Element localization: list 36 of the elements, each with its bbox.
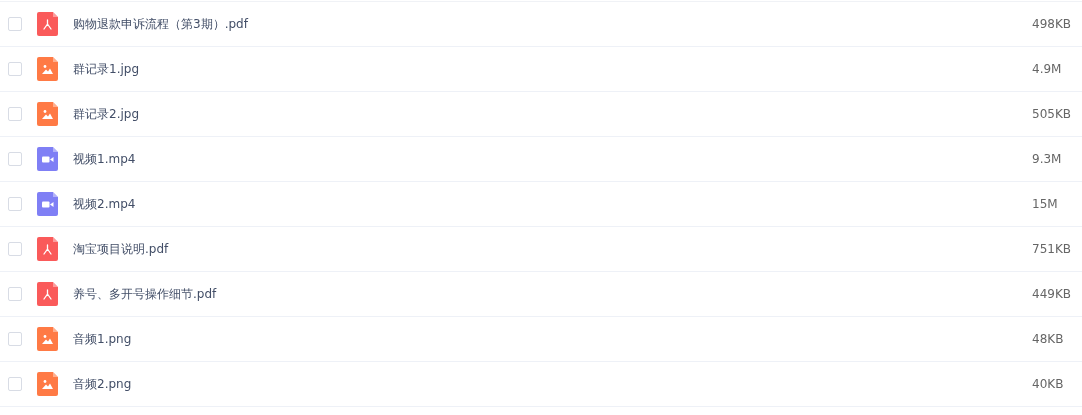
checkbox[interactable] [8,287,22,301]
image-file-icon [37,372,58,396]
pdf-file-icon [37,12,58,36]
image-file-icon [37,102,58,126]
image-file-icon [37,57,58,81]
checkbox[interactable] [8,242,22,256]
checkbox[interactable] [8,17,22,31]
video-file-icon [37,147,58,171]
image-file-icon [37,327,58,351]
file-name[interactable]: 音频1.png [73,330,1032,348]
file-size: 4.9M [1032,62,1063,76]
file-name[interactable]: 淘宝项目说明.pdf [73,240,1032,258]
file-size: 40KB [1032,377,1065,391]
file-name[interactable]: 养号、多开号操作细节.pdf [73,285,1032,303]
checkbox[interactable] [8,152,22,166]
checkbox[interactable] [8,197,22,211]
file-size: 449KB [1032,287,1072,301]
file-size: 505KB [1032,107,1072,121]
file-name[interactable]: 购物退款申诉流程（第3期）.pdf [73,15,1032,33]
pdf-file-icon [37,282,58,306]
file-size: 751KB [1032,242,1072,256]
file-name[interactable]: 视频2.mp4 [73,195,1032,213]
file-size: 9.3M [1032,152,1063,166]
checkbox[interactable] [8,107,22,121]
file-name[interactable]: 群记录2.jpg [73,105,1032,123]
checkbox[interactable] [8,332,22,346]
pdf-file-icon [37,237,58,261]
file-size: 15M [1032,197,1059,211]
checkbox[interactable] [8,62,22,76]
file-name[interactable]: 视频1.mp4 [73,150,1032,168]
video-file-icon [37,192,58,216]
checkbox[interactable] [8,377,22,391]
file-size: 498KB [1032,17,1072,31]
file-name[interactable]: 群记录1.jpg [73,60,1032,78]
file-name[interactable]: 音频2.png [73,375,1032,393]
file-size: 48KB [1032,332,1065,346]
